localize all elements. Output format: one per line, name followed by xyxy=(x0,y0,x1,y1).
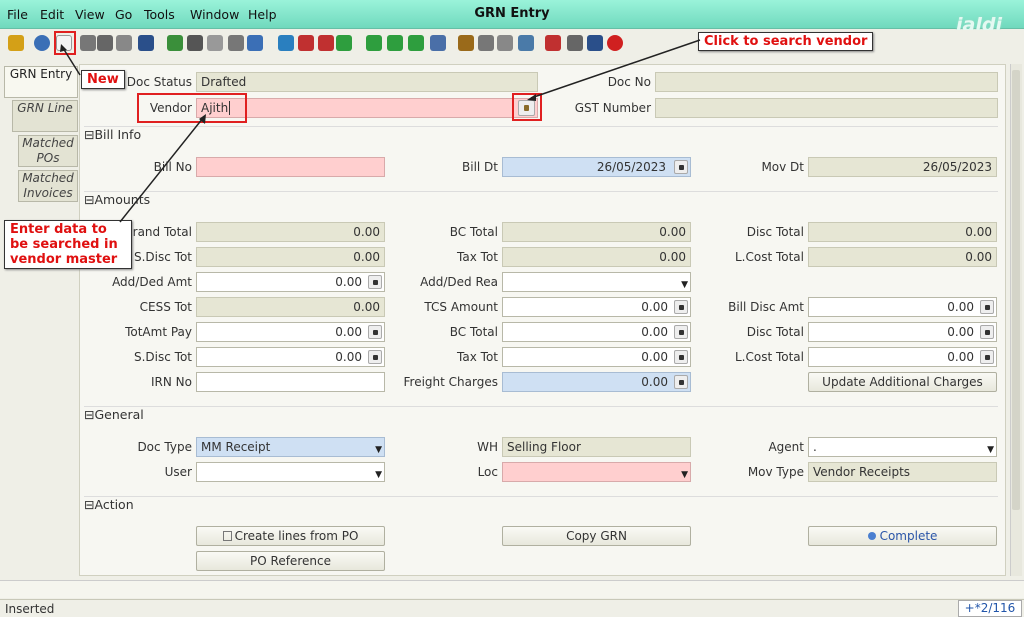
arrow-head xyxy=(527,94,536,101)
annotation-arrows xyxy=(60,39,701,223)
arrow-line xyxy=(62,47,81,76)
arrow-line xyxy=(119,117,204,223)
arrow-line xyxy=(530,39,701,99)
arrow-head xyxy=(60,44,67,52)
